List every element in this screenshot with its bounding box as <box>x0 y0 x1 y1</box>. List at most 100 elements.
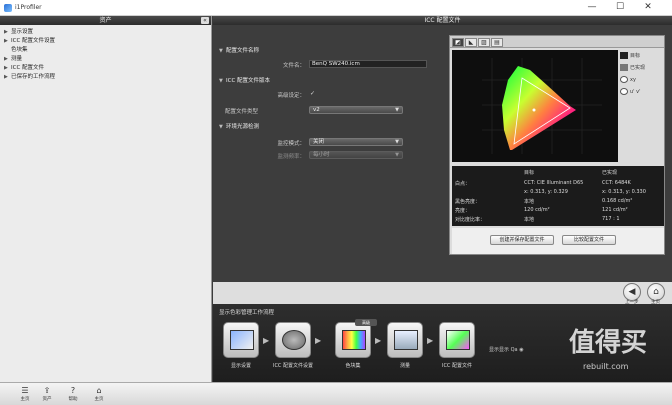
graph-legend: 目标 已实现 xy u' v' <box>620 50 664 98</box>
row-achieved-value: 121 cd/m² <box>602 207 628 213</box>
bottom-toolbar: ☰ 主页 ⇪ 资产 ? 帮助 ⌂ 主页 <box>0 382 672 405</box>
icc-version-section: ▼ ICC 配置文件版本 <box>213 77 445 86</box>
assets-panel: 资产 « ▶ 显示设置 ▶ ICC 配置文件设置 色块集 ▶ 测量 ▶ ICC 配置文件… <box>0 16 212 382</box>
tree-item-icc-profile[interactable]: ▶ ICC 配置文件 <box>4 64 207 73</box>
profile-document-icon <box>446 330 470 350</box>
monitor-mode-dropdown[interactable]: 关闭 ▼ <box>309 138 403 146</box>
chevron-down-icon: ▼ <box>395 152 399 158</box>
show-qa-option[interactable]: 显示显示 Qa ◉ <box>489 346 524 353</box>
toolbar-help-button[interactable]: ? 帮助 <box>62 385 84 402</box>
step-label: ICC 配置文件 <box>441 363 473 369</box>
tree-item-label: ICC 配置文件设置 <box>11 38 56 44</box>
legend-target[interactable]: 目标 <box>620 50 664 62</box>
gear-icon <box>282 330 306 350</box>
house-icon: ⌂ <box>96 386 102 395</box>
expand-arrow-icon[interactable]: ▶ <box>4 37 11 46</box>
spectral-locus <box>502 66 576 150</box>
tree-item-measurement[interactable]: ▶ 测量 <box>4 55 207 64</box>
assets-panel-title: 资产 <box>99 17 112 24</box>
row-target-value: 本地 <box>524 217 535 223</box>
tree-item-label: 已保存的工作流程 <box>11 74 56 80</box>
advanced-badge: 高级 <box>355 319 377 326</box>
arrow-right-icon: ▶ <box>427 336 434 345</box>
workflow-step-icc-profile[interactable] <box>439 322 475 358</box>
tab-gamut-3d[interactable]: ◣ <box>465 38 477 47</box>
maximize-button[interactable]: ☐ <box>606 1 634 14</box>
advanced-checkbox[interactable]: ✓ <box>310 90 317 97</box>
tab-trc[interactable]: ▨ <box>478 38 490 47</box>
assets-icon: ⇪ <box>43 386 51 395</box>
results-table: 目标 已实现 白点： CCT: CIE Illuminant D65 CCT: … <box>452 166 664 226</box>
toolbar-label: 主页 <box>20 397 30 402</box>
compare-profile-button[interactable]: 比较配置文件 <box>562 235 616 245</box>
tree-item-display-settings[interactable]: ▶ 显示设置 <box>4 28 207 37</box>
filename-label: 文件名： <box>282 63 305 69</box>
close-button[interactable]: ✕ <box>634 1 662 14</box>
expand-arrow-icon[interactable]: ▶ <box>4 28 11 37</box>
legend-achieved[interactable]: 已实现 <box>620 62 664 74</box>
profile-name-header[interactable]: ▼ 配置文件名称 <box>213 47 445 56</box>
row-target-value: x: 0.313, y: 0.329 <box>524 189 568 195</box>
assets-tree: ▶ 显示设置 ▶ ICC 配置文件设置 色块集 ▶ 测量 ▶ ICC 配置文件 ▶ 已保存… <box>0 25 211 85</box>
home-grid-icon: ☰ <box>21 386 29 395</box>
radio-label: xy <box>630 77 636 83</box>
profile-type-label: 配置文件类型 <box>225 109 259 115</box>
row-achieved-value: CCT: 6484K <box>602 180 631 186</box>
patch-grid-icon <box>342 330 366 350</box>
toolbar-label: 资产 <box>42 397 52 402</box>
profile-type-value: v2 <box>313 107 320 113</box>
radio-xy[interactable]: xy <box>620 74 664 86</box>
legend-label: 已实现 <box>630 65 646 71</box>
tree-item-label: 色块集 <box>11 47 28 53</box>
row-target-value: 120 cd/m² <box>524 207 550 213</box>
row-achieved-value: 717 : 1 <box>602 216 620 222</box>
icc-version-header[interactable]: ▼ ICC 配置文件版本 <box>213 77 445 86</box>
radio-label: u' v' <box>630 89 641 95</box>
radio-uv[interactable]: u' v' <box>620 86 664 98</box>
watermark: 值得买 rebuilt.com <box>559 304 672 382</box>
radio-unselected-icon <box>620 88 628 95</box>
workflow-step-measurement[interactable] <box>387 322 423 358</box>
main-settings-area: ▼ 配置文件名称 文件名： BenQ SW240.icm ▼ ICC 配置文件版本 … <box>213 25 672 282</box>
white-point-marker <box>532 108 536 112</box>
workflow-step-icc-settings[interactable] <box>275 322 311 358</box>
tree-item-label: ICC 配置文件 <box>11 65 45 71</box>
row-label: 亮度： <box>455 208 471 214</box>
minimize-button[interactable]: — <box>578 1 606 14</box>
legend-label: 目标 <box>630 53 641 59</box>
interval-dropdown: 每小时 ▼ <box>309 151 403 159</box>
tab-info[interactable]: ▤ <box>491 38 503 47</box>
workflow-step-patch-set[interactable] <box>335 322 371 358</box>
display-settings-icon <box>230 330 254 350</box>
expand-arrow-icon[interactable]: ▶ <box>4 55 11 64</box>
row-achieved-value: 0.168 cd/m² <box>602 198 633 204</box>
tab-gamut-2d[interactable]: ◩ <box>452 38 464 47</box>
section-collapse-icon[interactable]: ▼ <box>219 123 226 132</box>
toolbar-main-button[interactable]: ⌂ 主页 <box>88 385 110 402</box>
expand-arrow-icon[interactable]: ▶ <box>4 64 11 73</box>
gamut-graph-panel: ◩ ◣ ▨ ▤ 目标 已实现 xy u' v' 目标 已实现 白点： CCT: … <box>449 35 665 255</box>
create-save-profile-button[interactable]: 创建并保存配置文件 <box>490 235 554 245</box>
collapse-panel-button[interactable]: « <box>201 17 209 24</box>
toolbar-assets-button[interactable]: ⇪ 资产 <box>36 385 58 402</box>
step-label: 色块集 <box>345 363 361 369</box>
chevron-down-icon: ▼ <box>395 107 399 113</box>
section-collapse-icon[interactable]: ▼ <box>219 77 226 86</box>
workflow-step-display-settings[interactable] <box>223 322 259 358</box>
tree-item-patch-set[interactable]: 色块集 <box>4 46 207 55</box>
row-target-value: 本地 <box>524 199 535 205</box>
toggle-icon: ◉ <box>519 347 524 353</box>
section-collapse-icon[interactable]: ▼ <box>219 47 226 56</box>
filename-input[interactable]: BenQ SW240.icm <box>309 60 427 68</box>
toolbar-label: 主页 <box>94 397 104 402</box>
expand-arrow-icon[interactable]: ▶ <box>4 73 11 82</box>
tree-item-label: 测量 <box>11 56 23 62</box>
section-title: ICC 配置文件版本 <box>226 78 271 84</box>
tree-item-saved-workflows[interactable]: ▶ 已保存的工作流程 <box>4 73 207 82</box>
title-bar: i1Profiler — ☐ ✕ <box>0 0 672 16</box>
toolbar-home-button[interactable]: ☰ 主页 <box>14 385 36 402</box>
tree-item-icc-settings[interactable]: ▶ ICC 配置文件设置 <box>4 37 207 46</box>
ambient-light-header[interactable]: ▼ 环境光源检测 <box>213 123 445 132</box>
profile-type-dropdown[interactable]: v2 ▼ <box>309 106 403 114</box>
monitor-icon <box>394 330 418 350</box>
